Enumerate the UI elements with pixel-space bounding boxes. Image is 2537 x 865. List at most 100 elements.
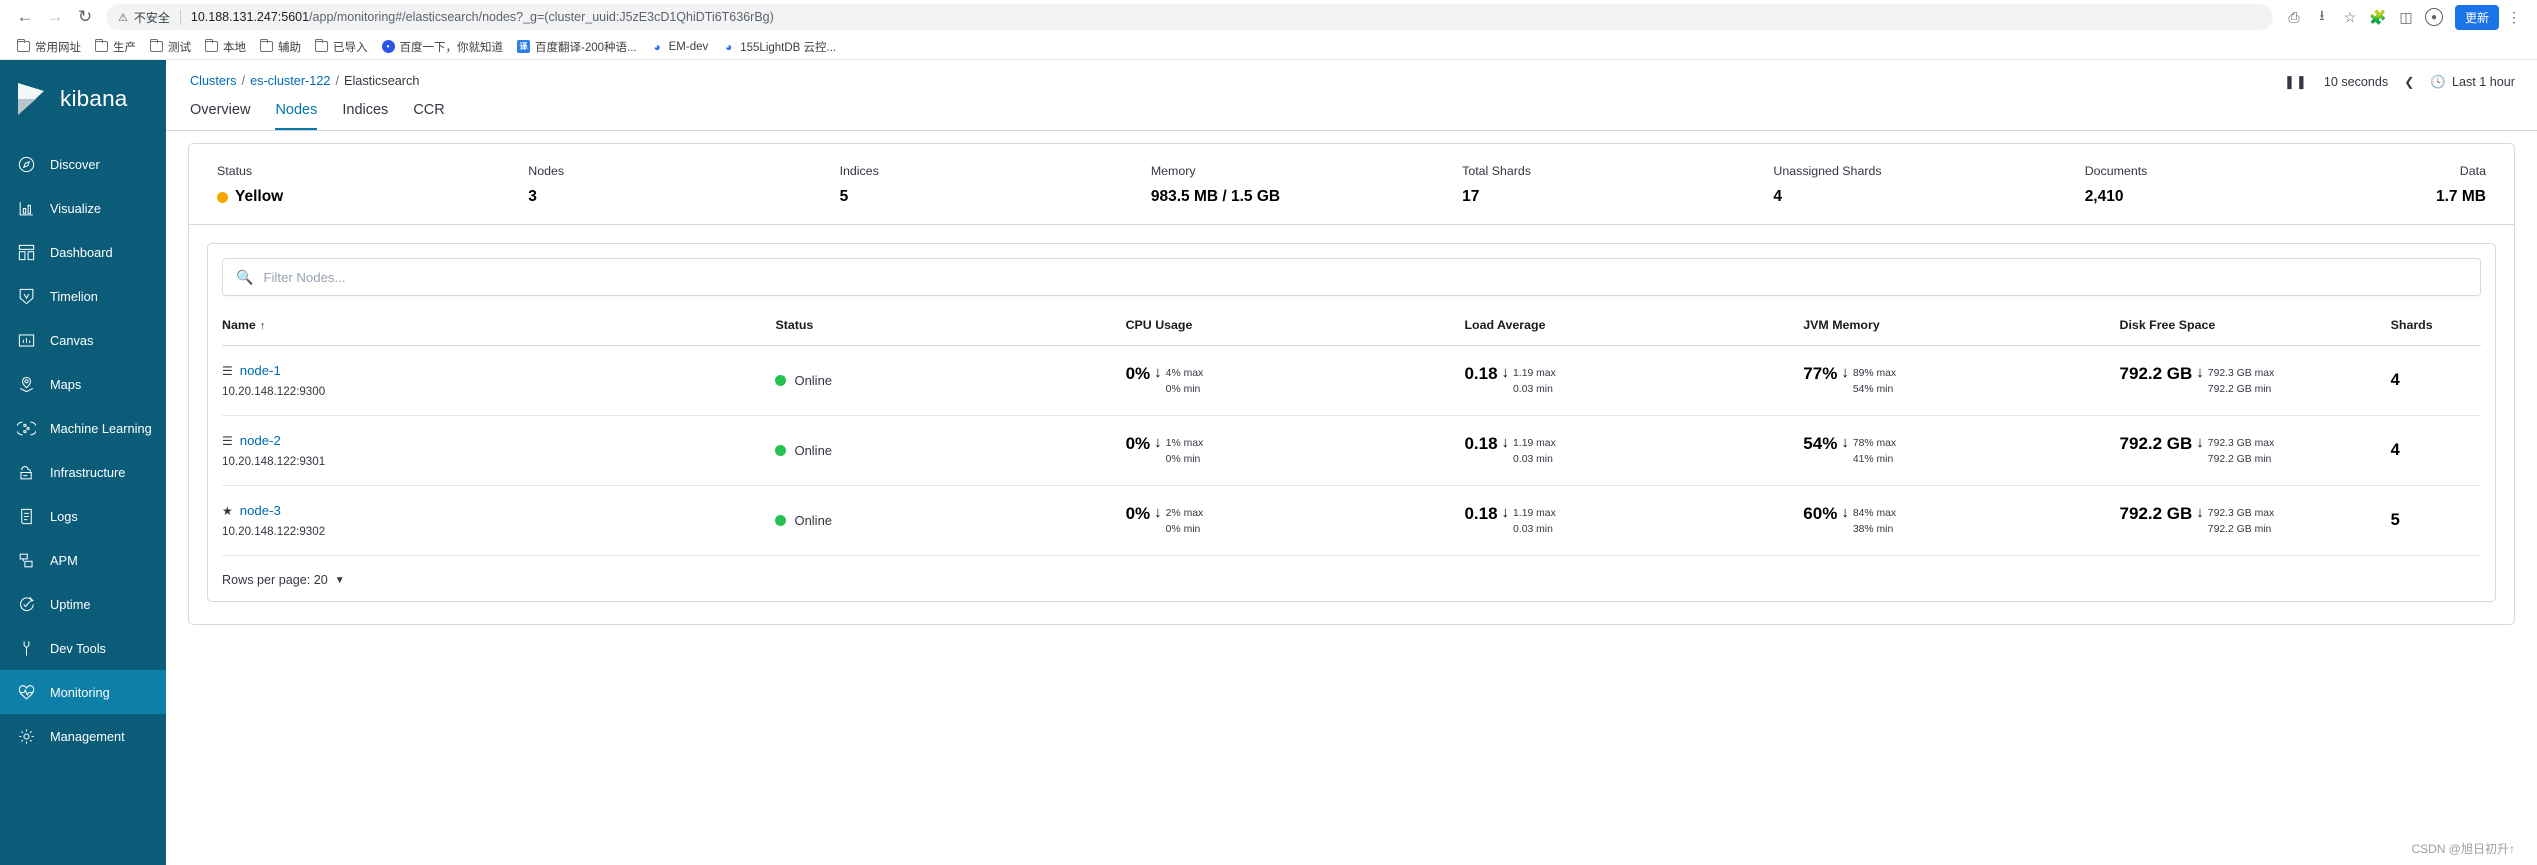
node-link[interactable]: node-1	[240, 363, 281, 378]
node-link[interactable]: node-2	[240, 433, 281, 448]
reload-icon[interactable]: ↻	[70, 2, 100, 32]
metric-group: 0% ↓ 1% max 0% min	[1126, 434, 1465, 466]
sidebar-item-management[interactable]: Management	[0, 714, 166, 758]
bookmark-star-icon[interactable]: ☆	[2337, 4, 2363, 30]
sidebar-item-uptime[interactable]: Uptime	[0, 582, 166, 626]
clock-icon: 🕓	[2430, 74, 2446, 89]
omnibox[interactable]: ⚠ 不安全 10.188.131.247:5601/app/monitoring…	[106, 4, 2273, 30]
online-dot-icon	[775, 445, 787, 456]
star-icon: ★	[222, 503, 233, 518]
bar-chart-icon	[17, 199, 36, 218]
sidebar-item-canvas[interactable]: Canvas	[0, 318, 166, 362]
tab-indices[interactable]: Indices	[342, 102, 388, 130]
metric-value: 0%	[1125, 364, 1151, 384]
sidebar-item-discover[interactable]: Discover	[0, 142, 166, 186]
summary-label: Memory	[1150, 164, 1196, 178]
sidebar-item-monitoring[interactable]: Monitoring	[0, 670, 166, 714]
metric-minmax: 1% max 0% min	[1166, 434, 1204, 466]
back-arrow-icon[interactable]: ←	[10, 2, 40, 32]
bookmark-item[interactable]: 测试	[143, 37, 198, 57]
bookmark-item[interactable]: 译百度翻译-200种语...	[510, 37, 644, 57]
sidebar-item-label: APM	[50, 552, 78, 568]
status-text: Yellow	[235, 188, 284, 205]
bookmark-item[interactable]: 辅助	[253, 37, 308, 57]
bookmark-item[interactable]: ◕ EM-dev	[644, 38, 716, 55]
nodes-panel: Status Yellow Nodes 3 Indices 5 Memory 9…	[188, 143, 2515, 625]
summary-documents: Documents 2,410	[2085, 164, 2396, 206]
tab-overview[interactable]: Overview	[190, 102, 250, 130]
sidebar-item-visualize[interactable]: Visualize	[0, 186, 166, 230]
breadcrumb-cluster[interactable]: es-cluster-122	[250, 74, 330, 88]
column-header-shards[interactable]: Shards	[2390, 318, 2481, 346]
bookmark-item[interactable]: 生产	[88, 37, 143, 57]
cell-load-average: 0.18 ↓ 1.19 max 0.03 min	[1464, 485, 1804, 556]
node-name-group: ☰ node-1	[222, 363, 775, 378]
sidebar-item-label: Maps	[50, 376, 82, 392]
column-header-cpu-usage[interactable]: CPU Usage	[1125, 318, 1465, 346]
time-range-picker[interactable]: 🕓 Last 1 hour	[2430, 75, 2515, 90]
bookmark-item[interactable]: 本地	[198, 37, 253, 57]
status-label: Online	[794, 443, 833, 458]
sidebar-item-label: Canvas	[50, 332, 94, 348]
share-icon[interactable]: ⎙	[2281, 4, 2307, 30]
sidebar-item-timelion[interactable]: Timelion	[0, 274, 166, 318]
sidebar-item-machine-learning[interactable]: Machine Learning	[0, 406, 166, 450]
summary-memory: Memory 983.5 MB / 1.5 GB	[1151, 164, 1462, 206]
sidebar-item-dashboard[interactable]: Dashboard	[0, 230, 166, 274]
metric-minmax: 78% max 41% min	[1853, 434, 1896, 466]
tab-ccr[interactable]: CCR	[413, 102, 444, 130]
metric-group: 60% ↓ 84% max 38% min	[1803, 504, 2119, 536]
forward-arrow-icon[interactable]: →	[40, 2, 70, 32]
table-body: ☰ node-1 10.20.148.122:9300 Online 0% ↓ …	[222, 345, 2481, 556]
sidebar-item-dev-tools[interactable]: Dev Tools	[0, 626, 166, 670]
metric-min: 41% min	[1852, 453, 1894, 465]
sidebar-item-infrastructure[interactable]: Infrastructure	[0, 450, 166, 494]
url-text: 10.188.131.247:5601/app/monitoring#/elas…	[191, 10, 774, 24]
bookmark-item[interactable]: ◕ 155LightDB 云控...	[715, 37, 843, 57]
filter-nodes-search[interactable]: 🔍	[222, 258, 2481, 296]
cell-disk-free-space: 792.2 GB ↓ 792.3 GB max 792.2 GB min	[2119, 485, 2391, 556]
extensions-puzzle-icon[interactable]: 🧩	[2365, 4, 2391, 30]
folder-icon	[16, 38, 30, 52]
column-header-load-average[interactable]: Load Average	[1464, 318, 1804, 346]
sidepanel-icon[interactable]: ◫	[2393, 4, 2419, 30]
sidebar-item-maps[interactable]: Maps	[0, 362, 166, 406]
metric-min: 0.03 min	[1513, 453, 1553, 465]
bookmark-item[interactable]: 已导入	[308, 37, 375, 57]
bookmark-item[interactable]: • 百度一下，你就知道	[375, 37, 511, 57]
column-header-status[interactable]: Status	[775, 318, 1126, 346]
breadcrumb: Clusters / es-cluster-122 / Elasticsearch	[190, 74, 2513, 88]
tab-nodes[interactable]: Nodes	[275, 102, 318, 130]
summary-total-shards: Total Shards 17	[1462, 164, 1773, 206]
profile-avatar-icon[interactable]: ●	[2421, 4, 2447, 30]
bookmark-item[interactable]: 常用网址	[10, 37, 88, 57]
column-header-disk-free-space[interactable]: Disk Free Space	[2119, 318, 2391, 346]
metric-minmax: 89% max 54% min	[1853, 364, 1896, 396]
bookmark-label: 155LightDB 云控...	[740, 41, 837, 54]
logs-icon	[17, 507, 36, 526]
chrome-menu-icon[interactable]: ⋮	[2501, 4, 2527, 30]
sidebar-item-apm[interactable]: APM	[0, 538, 166, 582]
apm-icon	[17, 551, 36, 570]
metric-max: 84% max	[1852, 508, 1897, 520]
sidebar-item-logs[interactable]: Logs	[0, 494, 166, 538]
column-header-name[interactable]: Name ↑	[222, 318, 776, 346]
online-dot-icon	[775, 515, 787, 526]
rows-per-page-control[interactable]: Rows per page: 20 ▼	[222, 556, 2481, 591]
kibana-logo[interactable]: kibana	[0, 60, 166, 142]
metric-min: 792.2 GB min	[2207, 453, 2272, 465]
metric-min: 0% min	[1165, 453, 1201, 465]
breadcrumb-clusters[interactable]: Clusters	[190, 74, 237, 88]
pause-icon[interactable]: ❚❚	[2284, 74, 2308, 90]
column-header-jvm-memory[interactable]: JVM Memory	[1803, 318, 2120, 346]
node-link[interactable]: node-3	[240, 503, 281, 518]
refresh-interval-label[interactable]: 10 seconds	[2324, 75, 2388, 89]
security-label: 不安全	[133, 10, 170, 25]
search-input[interactable]	[263, 269, 2467, 285]
update-button[interactable]: 更新	[2454, 4, 2499, 30]
cell-disk-free-space: 792.2 GB ↓ 792.3 GB max 792.2 GB min	[2119, 415, 2391, 486]
chevron-left-icon[interactable]: ❮	[2404, 75, 2414, 89]
cluster-summary-bar: Status Yellow Nodes 3 Indices 5 Memory 9…	[189, 144, 2514, 224]
metric-group: 0% ↓ 2% max 0% min	[1126, 504, 1465, 536]
download-icon[interactable]: ⭳	[2309, 4, 2335, 30]
